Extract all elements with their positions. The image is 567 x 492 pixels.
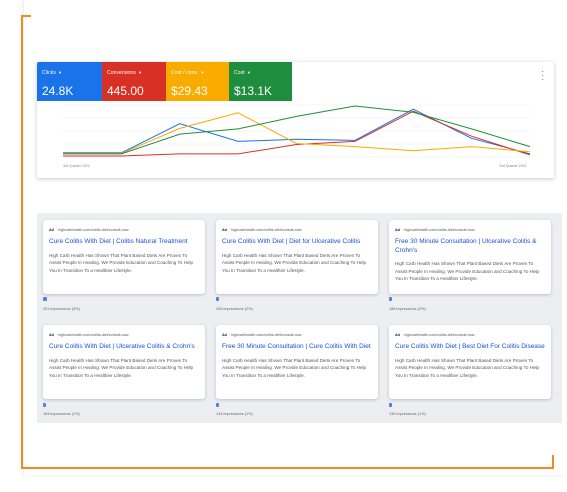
x-axis-start-label: 3rd Quarter 2022: [63, 164, 90, 168]
impressions-label: 135 impressions (1%): [389, 412, 426, 416]
impression-bar: [389, 297, 392, 301]
ad-headline[interactable]: Free 30 Minute Consultation | Cure Colit…: [222, 343, 372, 352]
ad-headline[interactable]: Cure Colitis With Diet | Ulcerative Coli…: [49, 343, 199, 352]
ad-url[interactable]: highcarbhealth.com/colitis-diet/consult-…: [58, 333, 128, 337]
ad-headline[interactable]: Cure Colitis With Diet | Colitis Natural…: [49, 238, 199, 247]
ad-description: High Carb Health Has Shown That Plant Ba…: [395, 261, 540, 281]
ad-card[interactable]: Ad · highcarbhealth.com/colitis-diet/cons…: [216, 325, 378, 399]
dropdown-caret-icon[interactable]: ▼: [246, 70, 251, 75]
impressions-label: 188 impressions (2%): [389, 307, 426, 311]
dropdown-caret-icon[interactable]: ▼: [199, 70, 204, 75]
ad-headline[interactable]: Free 30 Minute Consultation | Ulcerative…: [395, 238, 545, 255]
ad-url[interactable]: highcarbhealth.com/colitis-diet/consult-…: [58, 228, 128, 232]
frame-line-left: [21, 15, 23, 469]
impression-bar: [43, 403, 46, 407]
ad-card[interactable]: Ad · highcarbhealth.com/colitis-diet/cons…: [43, 220, 205, 294]
frame-line-right: [552, 455, 554, 469]
ad-url[interactable]: highcarbhealth.com/colitis-diet/consult-…: [404, 333, 474, 337]
ad-badge: Ad: [222, 333, 227, 337]
ads-preview-area: Ad · highcarbhealth.com/colitis-diet/cons…: [37, 213, 562, 423]
metric-value: $13.1K: [234, 84, 273, 98]
performance-chart-card: Clicks ▼ 24.8K Conversions ▼ 445.00 Cost…: [37, 62, 554, 178]
metric-cost-per-conv[interactable]: Cost / conv. ▼ $29.43: [166, 62, 229, 101]
ad-badge: Ad: [222, 228, 227, 232]
impression-bar: [389, 403, 392, 407]
ad-headline[interactable]: Cure Colitis With Diet | Diet for Ulcera…: [222, 238, 372, 247]
ad-url[interactable]: highcarbhealth.com/colitis-diet/consult-…: [231, 333, 301, 337]
ad-description: High Carb Health Has Shown That Plant Ba…: [49, 252, 194, 273]
line-chart: [63, 104, 531, 158]
ad-card[interactable]: Ad · highcarbhealth.com/colitis-diet/cons…: [389, 220, 551, 294]
ad-description: High Carb Health Has Shown That Plant Ba…: [222, 357, 367, 378]
metric-label: Cost: [234, 70, 245, 76]
impressions-label: 251 impressions (3%): [43, 307, 80, 311]
ad-url[interactable]: highcarbhealth.com/colitis-diet/consult-…: [231, 228, 301, 232]
ad-url[interactable]: highcarbhealth.com/colitis-diet/consult-…: [404, 228, 474, 232]
dropdown-caret-icon[interactable]: ▼: [57, 70, 62, 75]
frame-line-bottom: [21, 467, 554, 469]
metric-value: 24.8K: [42, 84, 74, 98]
frame-line-top: [21, 15, 31, 17]
ad-badge: Ad: [395, 333, 400, 337]
ad-card[interactable]: Ad · highcarbhealth.com/colitis-diet/cons…: [389, 325, 551, 399]
metric-value: $29.43: [171, 84, 208, 98]
ad-description: High Carb Health Has Shown That Plant Ba…: [49, 357, 194, 378]
ad-description: High Carb Health Has Shown That Plant Ba…: [222, 252, 367, 273]
x-axis-end-label: 2nd Quarter 2023: [499, 164, 527, 168]
impressions-label: 183 impressions (1%): [43, 412, 80, 416]
impression-bar: [43, 297, 47, 301]
ad-description: High Carb Health Has Shown That Plant Ba…: [395, 357, 540, 378]
metric-cost[interactable]: Cost ▼ $13.1K: [229, 62, 292, 101]
metric-label: Clicks: [42, 70, 56, 76]
ad-headline[interactable]: Cure Colitis With Diet | Best Diet For C…: [395, 343, 545, 352]
dropdown-caret-icon[interactable]: ▼: [137, 70, 142, 75]
impressions-label: 144 impressions (1%): [216, 412, 253, 416]
metric-label: Cost / conv.: [171, 70, 199, 76]
more-options-icon[interactable]: · · ·: [541, 68, 544, 84]
metric-conversions[interactable]: Conversions ▼ 445.00: [102, 62, 166, 101]
ad-card[interactable]: Ad · highcarbhealth.com/colitis-diet/cons…: [43, 325, 205, 399]
ad-badge: Ad: [49, 228, 54, 232]
ad-badge: Ad: [49, 333, 54, 337]
impression-bar: [216, 403, 219, 407]
ad-card[interactable]: Ad · highcarbhealth.com/colitis-diet/cons…: [216, 220, 378, 294]
impressions-label: 206 impressions (2%): [216, 307, 253, 311]
impression-bar: [216, 297, 219, 301]
metric-value: 445.00: [107, 84, 144, 98]
metric-label: Conversions: [107, 70, 136, 76]
metric-clicks[interactable]: Clicks ▼ 24.8K: [37, 62, 102, 101]
ad-badge: Ad: [395, 228, 400, 232]
